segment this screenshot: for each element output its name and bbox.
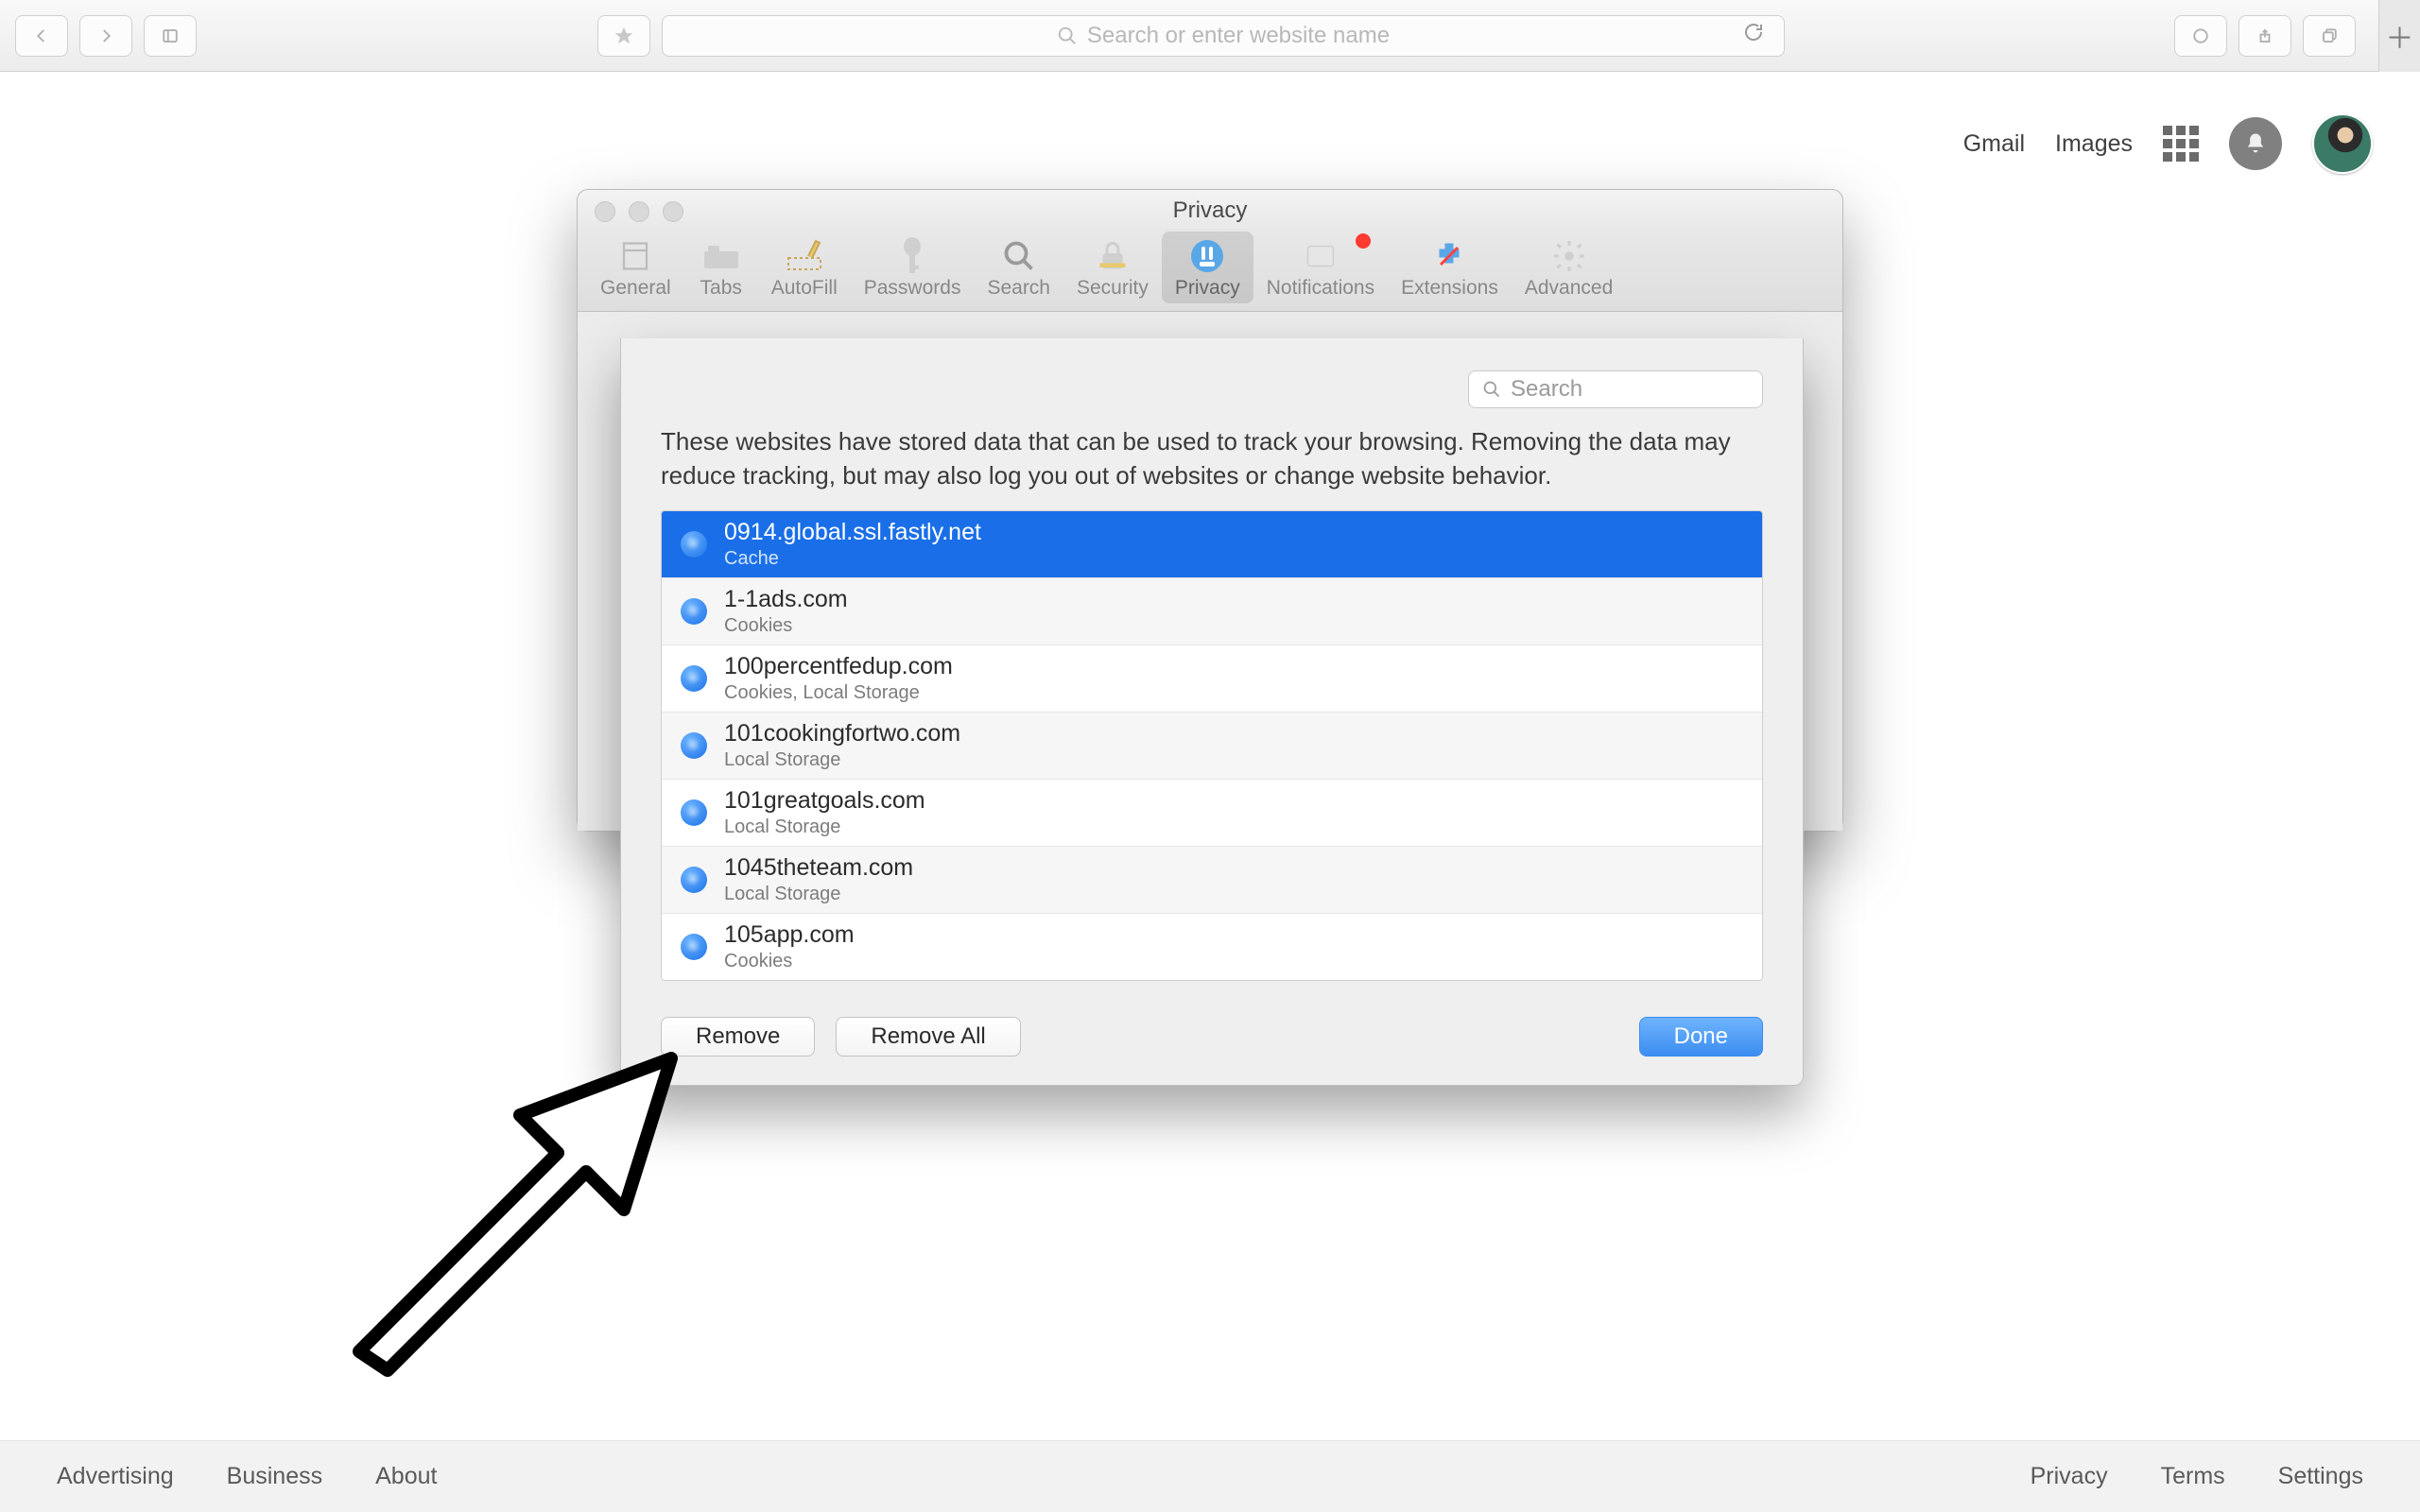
reload-icon[interactable]: [1742, 21, 1765, 50]
notification-badge-icon: [1356, 233, 1371, 249]
tab-security[interactable]: Security: [1063, 232, 1162, 303]
tab-passwords[interactable]: Passwords: [851, 232, 975, 303]
footer-about[interactable]: About: [375, 1463, 437, 1490]
preferences-titlebar: Privacy: [578, 190, 1842, 232]
security-icon: [1089, 237, 1136, 275]
google-apps-icon[interactable]: [2163, 126, 2199, 162]
globe-icon: [681, 732, 707, 759]
privacy-icon: [1184, 237, 1231, 275]
site-detail: Cookies: [724, 951, 855, 972]
remove-button[interactable]: Remove: [661, 1017, 815, 1057]
footer-business[interactable]: Business: [227, 1463, 322, 1490]
favorites-button[interactable]: [597, 15, 650, 57]
search-tab-icon: [995, 237, 1043, 275]
site-detail: Cookies, Local Storage: [724, 682, 953, 704]
tab-general[interactable]: General: [587, 232, 684, 303]
autofill-icon: [781, 237, 828, 275]
notifications-tab-icon: [1297, 237, 1344, 275]
avatar[interactable]: [2312, 113, 2373, 174]
url-input[interactable]: Search or enter website name: [662, 15, 1785, 57]
tab-privacy[interactable]: Privacy: [1162, 232, 1253, 303]
search-icon: [1482, 380, 1501, 399]
tab-notifications[interactable]: Notifications: [1253, 232, 1388, 303]
site-row[interactable]: 101cookingfortwo.com Local Storage: [662, 713, 1762, 780]
globe-icon: [681, 665, 707, 692]
safari-toolbar: Search or enter website name ＋: [0, 0, 2420, 72]
tab-search[interactable]: Search: [974, 232, 1063, 303]
site-domain: 1045theteam.com: [724, 854, 913, 882]
globe-icon: [681, 867, 707, 893]
globe-icon: [681, 531, 707, 558]
tab-advanced[interactable]: Advanced: [1512, 232, 1626, 303]
sidebar-toggle-button[interactable]: [144, 15, 197, 57]
extensions-icon: [1426, 237, 1473, 275]
preferences-tabbar: General Tabs AutoFill Passwords Search S…: [578, 232, 1842, 312]
advanced-icon: [1546, 237, 1593, 275]
site-domain: 1-1ads.com: [724, 586, 848, 613]
footer-settings[interactable]: Settings: [2278, 1463, 2363, 1490]
website-data-list[interactable]: 0914.global.ssl.fastly.net Cache 1-1ads.…: [661, 510, 1763, 981]
sheet-search-placeholder: Search: [1511, 376, 1582, 403]
done-button[interactable]: Done: [1639, 1017, 1763, 1057]
tab-tabs[interactable]: Tabs: [684, 232, 758, 303]
site-detail: Local Storage: [724, 816, 925, 838]
site-detail: Cache: [724, 548, 981, 570]
site-row[interactable]: 1-1ads.com Cookies: [662, 578, 1762, 645]
footer-terms[interactable]: Terms: [2161, 1463, 2225, 1490]
gmail-link[interactable]: Gmail: [1963, 130, 2025, 158]
site-detail: Local Storage: [724, 884, 913, 905]
site-row[interactable]: 0914.global.ssl.fastly.net Cache: [662, 511, 1762, 578]
forward-button[interactable]: [79, 15, 132, 57]
globe-icon: [681, 598, 707, 625]
site-detail: Cookies: [724, 615, 848, 637]
tabs-icon: [698, 237, 745, 275]
google-footer: Advertising Business About Privacy Terms…: [0, 1440, 2420, 1512]
site-domain: 101greatgoals.com: [724, 787, 925, 815]
notifications-icon[interactable]: [2229, 117, 2282, 170]
url-placeholder: Search or enter website name: [1087, 23, 1390, 49]
globe-icon: [681, 934, 707, 960]
footer-advertising[interactable]: Advertising: [57, 1463, 174, 1490]
downloads-button[interactable]: [2174, 15, 2227, 57]
tab-autofill[interactable]: AutoFill: [758, 232, 851, 303]
new-tab-button[interactable]: ＋: [2378, 0, 2420, 72]
site-domain: 105app.com: [724, 921, 855, 949]
site-domain: 101cookingfortwo.com: [724, 720, 960, 747]
passwords-icon: [889, 237, 936, 275]
tabs-button[interactable]: [2303, 15, 2356, 57]
tab-extensions[interactable]: Extensions: [1388, 232, 1512, 303]
back-button[interactable]: [15, 15, 68, 57]
site-row[interactable]: 101greatgoals.com Local Storage: [662, 780, 1762, 847]
site-row[interactable]: 105app.com Cookies: [662, 914, 1762, 980]
site-domain: 100percentfedup.com: [724, 653, 953, 680]
sheet-description: These websites have stored data that can…: [661, 408, 1763, 493]
site-row[interactable]: 1045theteam.com Local Storage: [662, 847, 1762, 914]
window-title: Privacy: [1173, 198, 1248, 224]
footer-privacy[interactable]: Privacy: [2031, 1463, 2108, 1490]
window-traffic-lights[interactable]: [595, 201, 683, 222]
site-domain: 0914.global.ssl.fastly.net: [724, 519, 981, 546]
website-data-sheet: Search These websites have stored data t…: [620, 338, 1804, 1086]
share-button[interactable]: [2238, 15, 2291, 57]
remove-all-button[interactable]: Remove All: [836, 1017, 1020, 1057]
globe-icon: [681, 799, 707, 826]
google-header: Gmail Images: [1963, 113, 2373, 174]
site-detail: Local Storage: [724, 749, 960, 771]
site-row[interactable]: 100percentfedup.com Cookies, Local Stora…: [662, 645, 1762, 713]
images-link[interactable]: Images: [2055, 130, 2133, 158]
sheet-search-input[interactable]: Search: [1468, 370, 1763, 408]
general-icon: [612, 237, 659, 275]
annotation-arrow: [321, 1040, 681, 1380]
